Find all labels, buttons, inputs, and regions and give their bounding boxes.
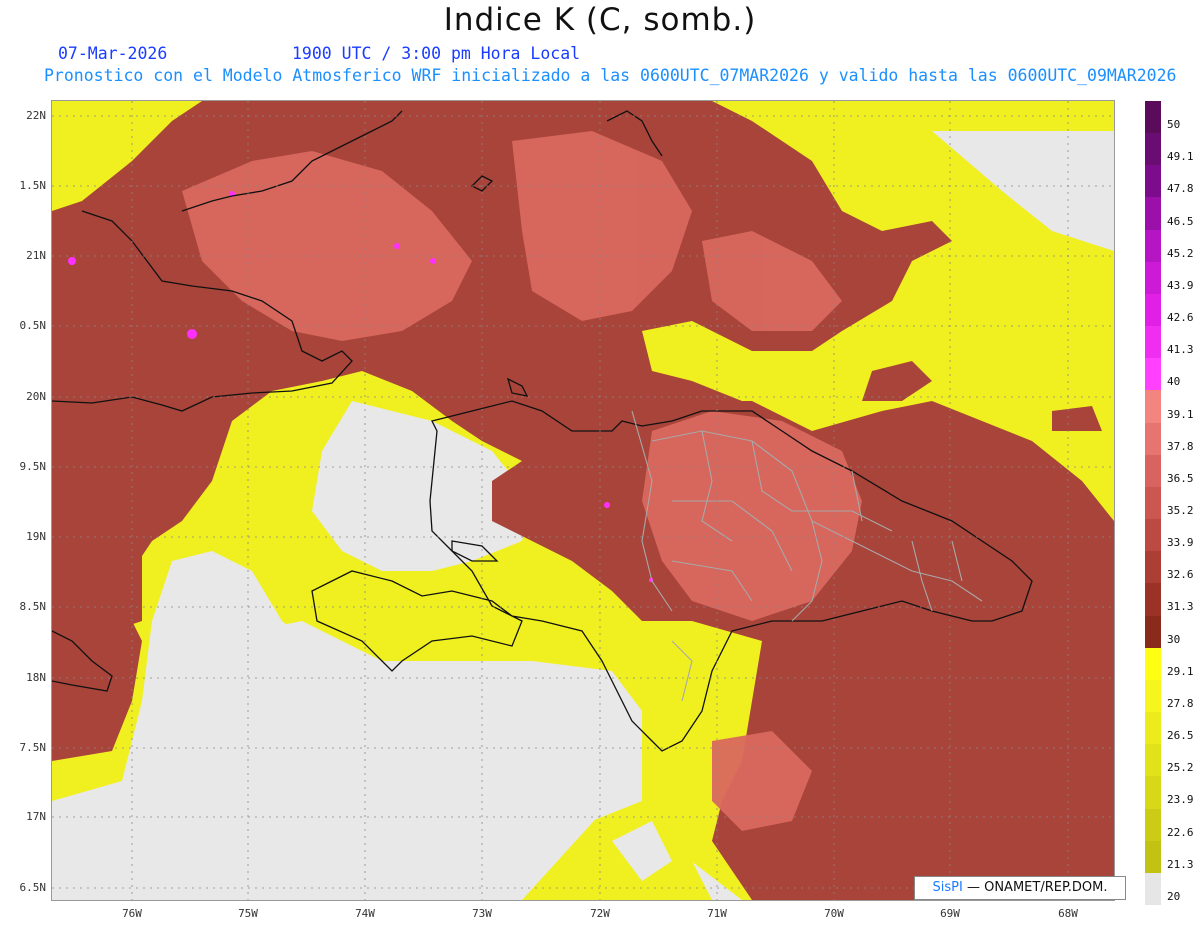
credit-box: SisPI — ONAMET/REP.DOM.: [914, 876, 1126, 900]
colorbar-segment: [1145, 679, 1161, 713]
colorbar-label: 41.3: [1167, 343, 1194, 357]
lat-label: 1.5N: [19, 179, 47, 192]
colorbar-segment: [1145, 647, 1161, 681]
colorbar-segment: [1145, 712, 1161, 745]
colorbar: [1145, 101, 1161, 906]
colorbar-label: 43.9: [1167, 278, 1194, 292]
colorbar-label: 21.3: [1167, 857, 1194, 871]
lat-label: 18N: [26, 671, 46, 684]
lat-label: 22N: [26, 109, 46, 122]
colorbar-label: 20: [1167, 889, 1181, 903]
colorbar-segment: [1145, 744, 1161, 777]
colorbar-label: 27.8: [1167, 696, 1194, 710]
colorbar-segment: [1145, 519, 1161, 552]
colorbar-segment: [1145, 293, 1161, 327]
colorbar-segment: [1145, 133, 1161, 166]
colorbar-segment: [1145, 486, 1161, 520]
colorbar-label: 25.2: [1167, 761, 1194, 775]
k-index-map: [52, 101, 1114, 900]
lat-label: 0.5N: [19, 319, 47, 332]
colorbar-label: 31.3: [1167, 600, 1194, 614]
colorbar-segment: [1145, 326, 1161, 359]
forecast-time: 1900 UTC / 3:00 pm Hora Local: [292, 44, 581, 63]
colorbar-segment: [1145, 197, 1161, 231]
lon-label: 71W: [707, 907, 727, 920]
colorbar-label: 42.6: [1167, 311, 1194, 325]
colorbar-label: 23.9: [1167, 793, 1194, 807]
colorbar-label: 30: [1167, 632, 1181, 646]
colorbar-label: 22.6: [1167, 825, 1194, 839]
colorbar-label: 37.8: [1167, 439, 1194, 453]
lat-label: 7.5N: [19, 741, 47, 754]
colorbar-label: 29.1: [1167, 664, 1194, 678]
colorbar-segment: [1145, 454, 1161, 488]
colorbar-segment: [1145, 808, 1161, 842]
colorbar-label: 32.6: [1167, 568, 1194, 582]
colorbar-label: 26.5: [1167, 729, 1194, 743]
colorbar-label: 33.9: [1167, 536, 1194, 550]
map-panel: [51, 100, 1115, 901]
lat-label: 17N: [26, 810, 46, 823]
colorbar-label: 35.2: [1167, 504, 1194, 517]
lon-label: 68W: [1058, 907, 1078, 920]
forecast-date: 07-Mar-2026: [58, 44, 168, 63]
colorbar-label: 40: [1167, 375, 1181, 389]
colorbar-segment: [1145, 261, 1161, 295]
colorbar-segment: [1145, 101, 1161, 134]
credit-brand: SisPI: [932, 880, 963, 895]
colorbar-segment: [1145, 615, 1161, 649]
colorbar-label: 46.5: [1167, 214, 1194, 228]
lon-label: 75W: [238, 907, 258, 920]
colorbar-segment: [1145, 358, 1161, 391]
colorbar-segment: [1145, 551, 1161, 584]
lon-label: 70W: [824, 907, 844, 920]
colorbar-segment: [1145, 229, 1161, 263]
colorbar-segment: [1145, 390, 1161, 424]
lon-label: 69W: [940, 907, 960, 920]
colorbar-segment: [1145, 583, 1161, 617]
lat-label: 21N: [26, 249, 46, 262]
chart-title: Indice K (C, somb.): [443, 2, 757, 38]
lat-label: 19N: [26, 530, 46, 543]
lat-label: 20N: [26, 390, 46, 403]
colorbar-segment: [1145, 165, 1161, 198]
colorbar-segment: [1145, 422, 1161, 456]
colorbar-segment: [1145, 872, 1161, 906]
credit-text: — ONAMET/REP.DOM.: [962, 880, 1108, 895]
colorbar-segment: [1145, 776, 1161, 810]
colorbar-segment: [1145, 840, 1161, 874]
colorbar-label: 45.2: [1167, 246, 1194, 260]
lat-label: 6.5N: [19, 881, 47, 894]
lat-label: 8.5N: [19, 600, 47, 613]
colorbar-label: 47.8: [1167, 182, 1194, 196]
lon-label: 76W: [122, 907, 142, 920]
lat-label: 9.5N: [19, 460, 47, 473]
colorbar-label: 39.1: [1167, 407, 1194, 421]
lon-label: 74W: [355, 907, 375, 920]
forecast-subtitle: Pronostico con el Modelo Atmosferico WRF…: [44, 66, 1177, 85]
lon-label: 72W: [590, 907, 610, 920]
lon-label: 73W: [472, 907, 492, 920]
colorbar-label: 36.5: [1167, 471, 1194, 485]
colorbar-label: 49.1: [1167, 150, 1194, 164]
colorbar-label: 50: [1167, 118, 1181, 132]
